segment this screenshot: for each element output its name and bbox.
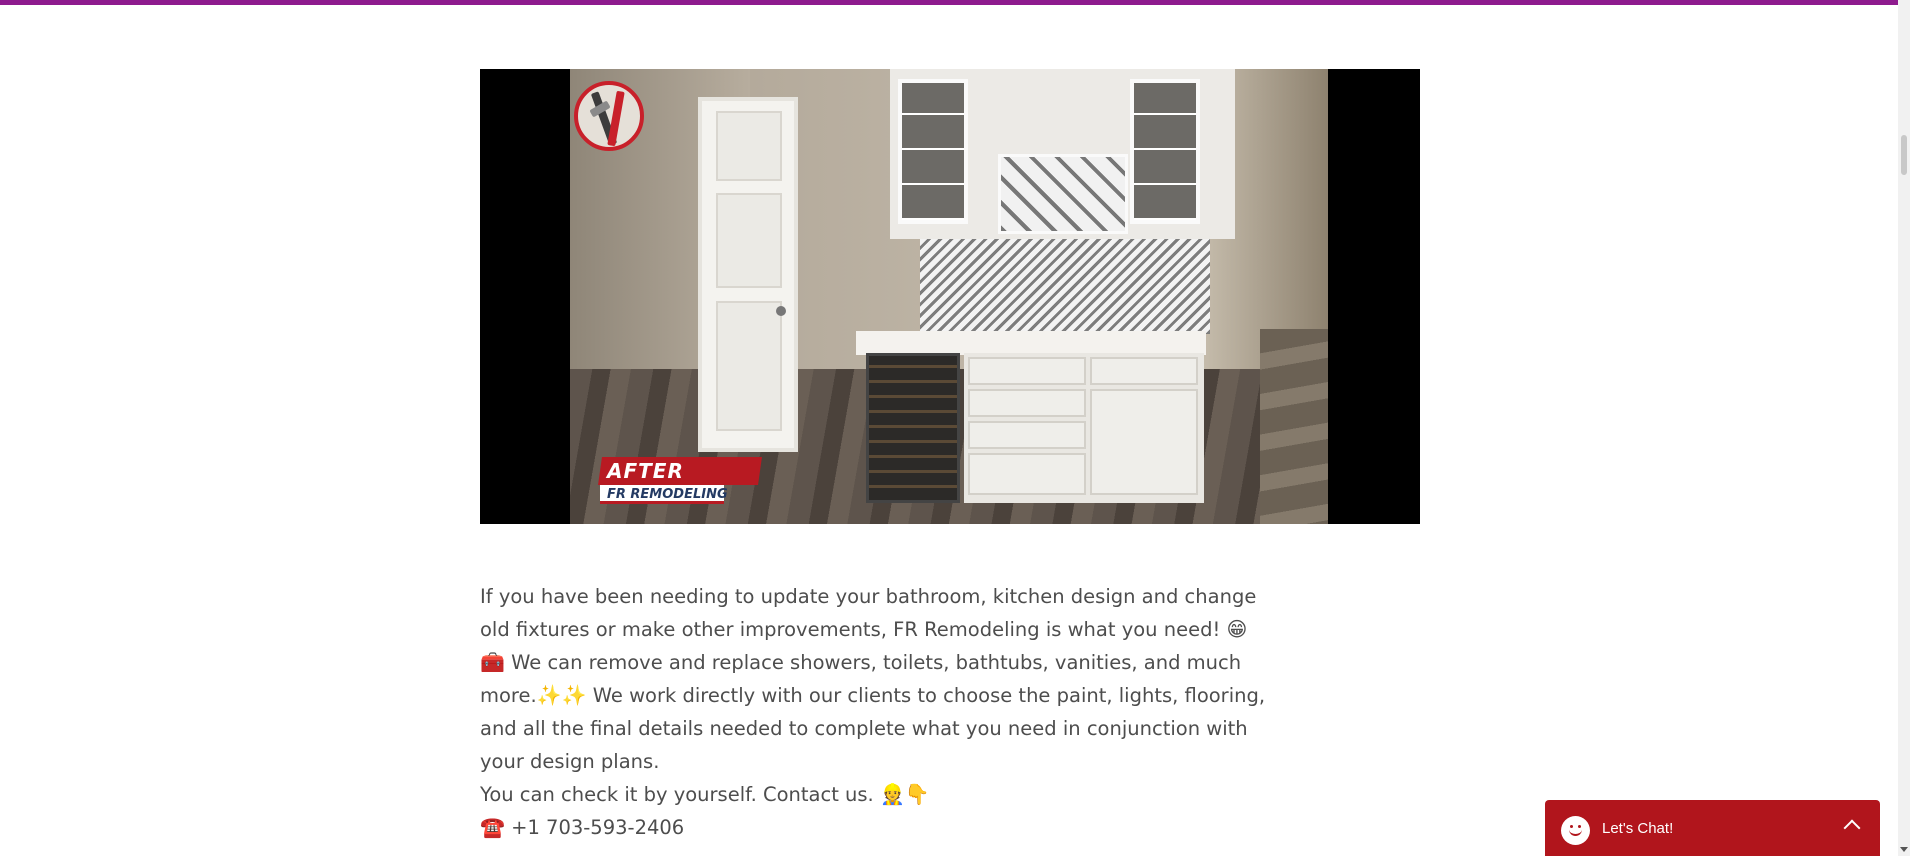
chat-label: Let's Chat! (1602, 820, 1674, 837)
drawer (968, 421, 1086, 449)
smiley-mouth (1569, 829, 1582, 836)
tool-shape (607, 90, 625, 147)
door-panel (716, 193, 782, 288)
contact-paragraph: You can check it by yourself. Contact us… (480, 778, 1270, 811)
glass-cabinet-left (898, 79, 968, 224)
door-panel (716, 111, 782, 181)
drawer (1090, 357, 1198, 385)
backsplash (920, 239, 1210, 334)
description-text-c: We work directly with our clients to cho… (480, 684, 1266, 773)
chat-widget-button[interactable]: Let's Chat! (1545, 800, 1880, 856)
description-text-a: If you have been needing to update your … (480, 585, 1257, 641)
door (698, 97, 798, 452)
smiley-eye (1570, 825, 1573, 828)
upper-cabinets (890, 69, 1235, 239)
countertop (856, 331, 1206, 355)
worker-pointing-emoji-icon: 👷👇 (879, 782, 930, 806)
phone-link[interactable]: +1 703-593-2406 (511, 816, 684, 839)
chat-smiley-icon (1561, 816, 1590, 845)
top-accent-bar (0, 0, 1898, 5)
chevron-up-icon[interactable] (1843, 819, 1861, 837)
tools-icon (574, 81, 644, 151)
drawer (968, 389, 1086, 417)
article-body: If you have been needing to update your … (480, 580, 1270, 844)
drawer (968, 453, 1086, 495)
toolbox-emoji-icon: 🧰 (480, 650, 505, 674)
grin-emoji-icon: 😁 (1226, 617, 1248, 641)
wine-fridge (866, 353, 960, 503)
lower-cabinets (964, 353, 1204, 503)
telephone-icon: ☎️ (480, 815, 505, 839)
glass-cabinet-right (1130, 79, 1200, 224)
scroll-down-arrow-icon[interactable] (1900, 847, 1908, 852)
stairs (1260, 329, 1328, 524)
after-label: AFTER (607, 459, 684, 483)
brand-label: FR REMODELING (607, 487, 728, 502)
sparkles-emoji-icon: ✨✨ (536, 683, 587, 707)
contact-text: You can check it by yourself. Contact us… (480, 783, 874, 806)
phone-line: ☎️ +1 703-593-2406 (480, 811, 1270, 844)
wine-rack (998, 154, 1128, 234)
scrollbar-thumb[interactable] (1901, 135, 1907, 175)
description-paragraph: If you have been needing to update your … (480, 580, 1270, 778)
cabinet-door (1090, 389, 1198, 495)
door-knob (776, 306, 786, 316)
door-panel (716, 301, 782, 431)
smiley-eye (1578, 825, 1581, 828)
page-scrollbar[interactable] (1898, 0, 1910, 856)
video-frame-after-photo: AFTER FR REMODELING (570, 69, 1328, 524)
video-player[interactable]: AFTER FR REMODELING (480, 69, 1420, 524)
drawer (968, 357, 1086, 385)
